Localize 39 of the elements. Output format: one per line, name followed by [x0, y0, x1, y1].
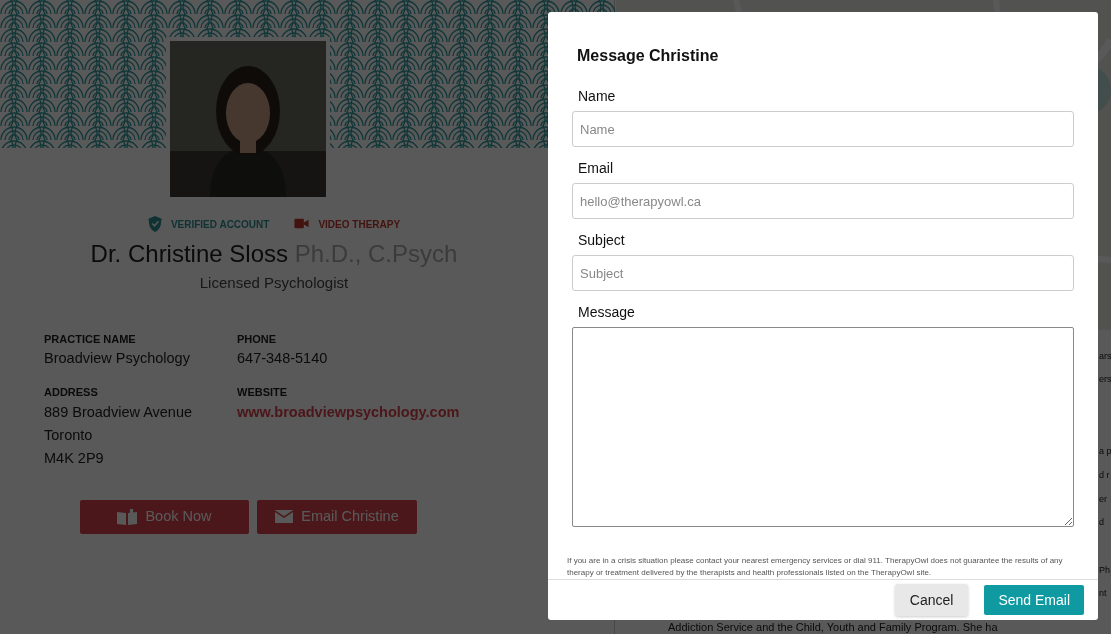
badge-label: VIDEO THERAPY: [318, 217, 401, 232]
text-fragment: d r: [1099, 469, 1110, 482]
text-fragment: Ph: [1099, 564, 1110, 577]
cancel-button[interactable]: Cancel: [894, 584, 969, 616]
email-button[interactable]: Email Christine: [257, 499, 417, 534]
input-field[interactable]: Subject: [572, 255, 1074, 291]
field-label: Name: [578, 87, 617, 106]
text-fragment: a p: [1099, 445, 1111, 458]
field-label: PRACTICE NAME: [44, 331, 137, 347]
field-label: PHONE: [237, 331, 278, 347]
input-field[interactable]: hello@therapyowl.ca: [572, 183, 1074, 219]
website-link[interactable]: www.broadviewpsychology.com: [237, 400, 497, 424]
text-fragment: er: [1099, 493, 1107, 506]
field-label: WEBSITE: [237, 385, 289, 400]
text-fragment: d: [1099, 516, 1104, 529]
send-button[interactable]: Send Email: [984, 585, 1084, 615]
field-value: Toronto: [44, 425, 94, 445]
text-fragment: ers: [1099, 373, 1111, 386]
field-label: ADDRESS: [44, 385, 99, 400]
shield-icon: [147, 216, 163, 232]
book-button[interactable]: Book Now: [80, 499, 249, 534]
field-label: Subject: [578, 231, 626, 250]
badge-label: VERIFIED ACCOUNT: [170, 217, 270, 232]
book-icon: [117, 508, 138, 525]
field-label: Email: [578, 159, 614, 178]
text-fragment: ars: [1099, 350, 1111, 363]
field-label: Message: [578, 303, 636, 322]
modal-title: Message Christine: [577, 46, 720, 66]
message-field[interactable]: [572, 327, 1074, 527]
field-value: 889 Broadview Avenue: [44, 402, 194, 422]
job-title: Licensed Psychologist: [198, 273, 350, 293]
field-value: 647-348-5140: [237, 349, 329, 368]
input-field[interactable]: Name: [572, 111, 1074, 147]
text-fragment: nt: [1099, 587, 1107, 600]
envelope-icon: [275, 510, 294, 523]
field-value: Broadview Psychology: [44, 349, 191, 368]
disclaimer-text: If you are in a crisis situation please contact your nearest emergency services or dial 911. TherapyOwl does not guarantee the results of any therapy or treatment delivered by the therapists and health professionals listed on the TherapyOwl site.: [567, 555, 1064, 579]
field-value: M4K 2P9: [44, 448, 105, 468]
body-text: Addiction Service and the Child, Youth and Family Program. She ha: [668, 621, 998, 633]
